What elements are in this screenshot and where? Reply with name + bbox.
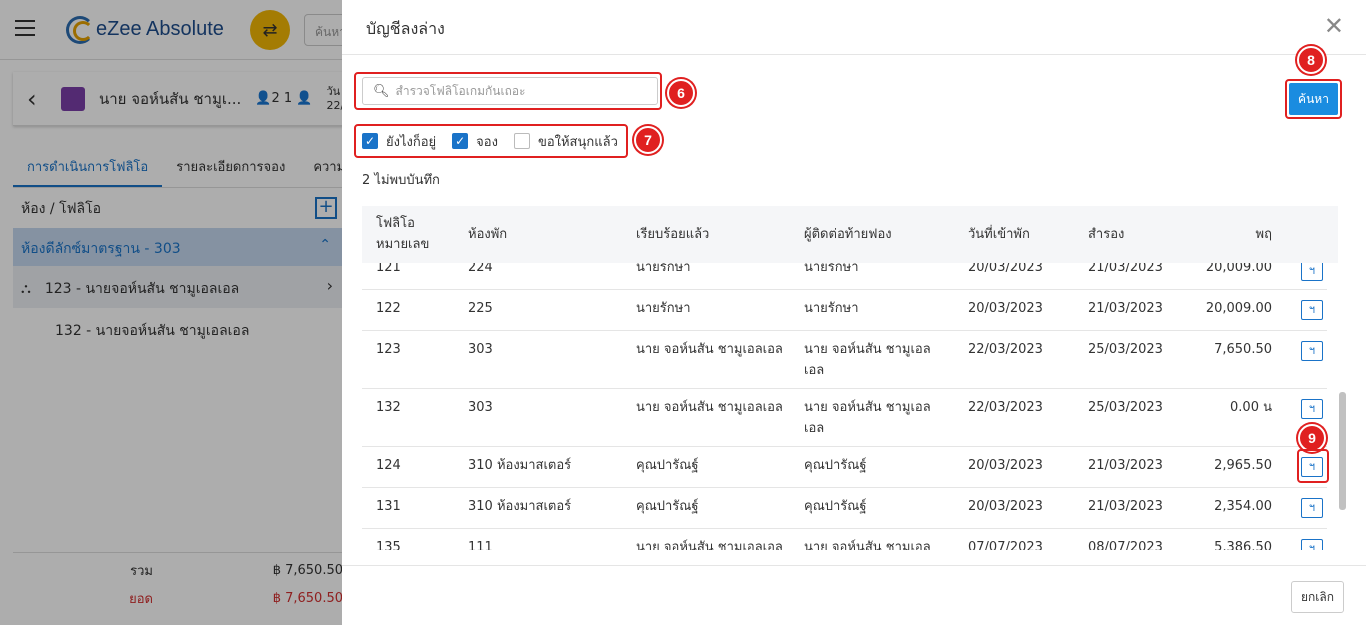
cell-folio: 135 [376,540,401,550]
col-departure: สำรอง [1088,227,1125,242]
table-scrollbar[interactable] [1338,264,1346,550]
cell-departure: 21/03/2023 [1088,301,1163,316]
table-row[interactable]: 131 310 ห้องมาสเตอร์ คุณปารัณฐ์ คุณปารัณ… [362,488,1327,529]
row-action-button[interactable]: ฯ [1301,300,1323,320]
filter-label: จอง [476,134,498,150]
cell-amount: 5,386.50 [1214,540,1272,550]
scrollbar-thumb[interactable] [1339,392,1346,510]
cell-room: 225 [468,301,493,316]
cell-departure: 08/07/2023 [1088,540,1163,550]
cell-amount: 20,009.00 [1205,301,1272,316]
row-action-button[interactable]: ฯ [1301,498,1323,518]
checkbox-checked-icon[interactable]: ✓ [452,133,469,149]
table-row[interactable]: 135 111 นาย จอห์นสัน ชามูเอลเอล นาย จอห์… [362,529,1327,550]
filter-checkbox[interactable]: ขอให้สนุกแล้ว [513,131,618,152]
cell-folio: 122 [376,301,401,316]
cancel-button[interactable]: ยกเลิก [1291,581,1344,613]
folio-table: โฟลิโอ หมายเลข ห้องพัก เรียบร้อยแล้ว ผู้… [362,206,1338,550]
cell-contact: นาย จอห์นสัน ชามูเอล เอล [804,342,931,378]
col-guest-name: เรียบร้อยแล้ว [636,227,710,242]
row-action-button[interactable]: ฯ [1301,399,1323,419]
cell-folio: 123 [376,342,401,357]
cell-amount: 2,965.50 [1214,458,1272,473]
col-amount: พฤ [1255,227,1272,242]
cell-departure: 21/03/2023 [1088,458,1163,473]
table-row[interactable]: 124 310 ห้องมาสเตอร์ คุณปารัณฐ์ คุณปารัณ… [362,447,1327,488]
cell-name: คุณปารัณฐ์ [636,499,699,514]
cell-arrival: 20/03/2023 [968,458,1043,473]
cell-room: 310 ห้องมาสเตอร์ [468,458,572,473]
cell-departure: 25/03/2023 [1088,400,1163,415]
close-icon[interactable]: ✕ [1324,14,1344,38]
drawer-footer: ยกเลิก [342,565,1366,625]
cell-folio: 131 [376,499,401,514]
checkbox-unchecked-icon[interactable] [513,133,530,149]
filter-label: ขอให้สนุกแล้ว [537,134,618,150]
callout-6: 6 [667,79,695,107]
cell-contact: คุณปารัณฐ์ [804,458,867,473]
cell-folio: 124 [376,458,401,473]
row-action-button[interactable]: ฯ [1301,539,1323,550]
filter-checkbox[interactable]: ✓ จอง [452,131,498,152]
drawer-title: บัญชีลงล่าง [366,19,445,38]
search-icon: 🔍︎ [373,83,390,99]
cell-contact: นายรักษา [804,301,859,316]
cell-arrival: 07/07/2023 [968,540,1043,550]
col-contact: ผู้ติดต่อท้ายฟอง [804,227,892,242]
col-room: ห้องพัก [468,227,508,242]
table-header: โฟลิโอ หมายเลข ห้องพัก เรียบร้อยแล้ว ผู้… [362,206,1338,263]
folio-search-input[interactable] [395,84,656,98]
cell-amount: 0.00 น [1230,400,1272,415]
folio-search-field[interactable]: 🔍︎ [362,77,658,105]
col-folio-number: โฟลิโอ หมายเลข [376,216,430,252]
drawer-header: บัญชีลงล่าง ✕ [342,0,1366,55]
table-row[interactable]: 123 303 นาย จอห์นสัน ชามูเอลเอล นาย จอห์… [362,331,1327,389]
col-arrival: วันที่เข้าพัก [968,227,1030,242]
cell-contact: นาย จอห์นสัน ชามูเอล เอล [804,400,931,436]
cell-arrival: 22/03/2023 [968,400,1043,415]
cell-departure: 25/03/2023 [1088,342,1163,357]
cell-room: 303 [468,400,493,415]
cell-amount: 2,354.00 [1214,499,1272,514]
filter-checkbox[interactable]: ✓ ยังไงก็อยู่ [362,131,436,152]
checkbox-checked-icon[interactable]: ✓ [362,133,378,149]
cell-name: นาย จอห์นสัน ชามูเอลเอล [636,342,783,357]
cell-room: 303 [468,342,493,357]
cell-name: นาย จอห์นสัน ชามูเอลเอล [636,400,783,415]
cell-name: นายรักษา [636,301,691,316]
highlight-row-action [1297,449,1329,483]
status-filters: ✓ ยังไงก็อยู่ ✓ จอง ขอให้สนุกแล้ว [362,130,634,152]
callout-7: 7 [634,126,662,154]
cell-room: 310 ห้องมาสเตอร์ [468,499,572,514]
filter-label: ยังไงก็อยู่ [386,134,437,150]
cell-contact: นาย จอห์นสัน ชามูเอล [804,540,931,550]
row-action-button[interactable]: ฯ [1301,261,1323,281]
cell-folio: 132 [376,400,401,415]
cell-room: 111 [468,540,493,550]
cell-arrival: 22/03/2023 [968,342,1043,357]
cell-arrival: 20/03/2023 [968,301,1043,316]
record-count: 2 ไม่พบบันทึก [362,173,440,188]
cell-name: นาย จอห์นสัน ชามูเอลเอล [636,540,783,550]
folio-search-drawer: บัญชีลงล่าง ✕ 🔍︎ 6 ✓ ยังไงก็อยู่ ✓ จอง ข… [342,0,1366,625]
cell-name: คุณปารัณฐ์ [636,458,699,473]
table-row[interactable]: 122 225 นายรักษา นายรักษา 20/03/2023 21/… [362,290,1327,331]
callout-9: 9 [1298,424,1326,452]
table-row[interactable]: 132 303 นาย จอห์นสัน ชามูเอลเอล นาย จอห์… [362,389,1327,447]
callout-8: 8 [1297,46,1325,74]
cell-arrival: 20/03/2023 [968,499,1043,514]
cell-departure: 21/03/2023 [1088,499,1163,514]
cell-contact: คุณปารัณฐ์ [804,499,867,514]
search-button[interactable]: ค้นหา [1289,83,1338,115]
row-action-button[interactable]: ฯ [1301,341,1323,361]
cell-amount: 7,650.50 [1214,342,1272,357]
